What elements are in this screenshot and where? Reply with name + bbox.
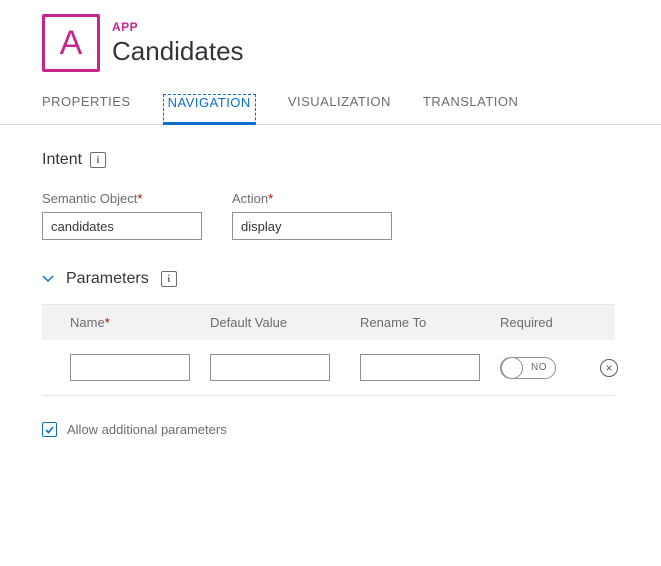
- tab-navigation[interactable]: NAVIGATION: [163, 94, 256, 125]
- allow-additional-label: Allow additional parameters: [67, 422, 227, 437]
- action-label-text: Action: [232, 191, 268, 206]
- page-header: A APP Candidates: [0, 14, 661, 72]
- col-required: Required: [500, 315, 600, 330]
- toggle-label: NO: [531, 362, 547, 373]
- header-overline: APP: [112, 20, 244, 34]
- allow-additional-checkbox[interactable]: [42, 422, 57, 437]
- tab-visualization[interactable]: VISUALIZATION: [288, 94, 391, 124]
- toggle-knob: [501, 357, 523, 379]
- page-title: Candidates: [112, 36, 244, 67]
- tab-properties[interactable]: PROPERTIES: [42, 94, 131, 124]
- col-name: Name*: [70, 315, 210, 330]
- param-default-value-input[interactable]: [210, 354, 330, 381]
- semantic-object-label-text: Semantic Object: [42, 191, 137, 206]
- col-default-value: Default Value: [210, 315, 360, 330]
- parameters-table-header: Name* Default Value Rename To Required: [42, 304, 615, 340]
- info-icon[interactable]: i: [90, 152, 106, 168]
- param-required-toggle[interactable]: NO: [500, 357, 556, 379]
- parameters-title: Parameters: [66, 270, 149, 288]
- required-marker: *: [268, 191, 273, 206]
- table-row: NO ×: [42, 340, 615, 396]
- action-input[interactable]: [232, 212, 392, 240]
- col-rename-to: Rename To: [360, 315, 500, 330]
- parameters-section-header: Parameters i: [42, 270, 661, 288]
- required-marker: *: [137, 191, 142, 206]
- intent-section-header: Intent i: [42, 151, 661, 169]
- allow-additional-row: Allow additional parameters: [42, 422, 661, 437]
- col-name-text: Name: [70, 315, 105, 330]
- semantic-object-label: Semantic Object*: [42, 191, 202, 206]
- action-field-group: Action*: [232, 191, 392, 240]
- chevron-down-icon[interactable]: [42, 272, 54, 286]
- header-text-group: APP Candidates: [112, 20, 244, 67]
- required-marker: *: [105, 315, 110, 330]
- app-icon: A: [42, 14, 100, 72]
- parameters-table: Name* Default Value Rename To Required N…: [42, 304, 615, 396]
- tab-bar: PROPERTIES NAVIGATION VISUALIZATION TRAN…: [0, 72, 661, 125]
- semantic-object-input[interactable]: [42, 212, 202, 240]
- tab-translation[interactable]: TRANSLATION: [423, 94, 519, 124]
- semantic-object-field-group: Semantic Object*: [42, 191, 202, 240]
- remove-row-button[interactable]: ×: [600, 359, 618, 377]
- param-name-input[interactable]: [70, 354, 190, 381]
- intent-title: Intent: [42, 151, 82, 169]
- info-icon[interactable]: i: [161, 271, 177, 287]
- action-label: Action*: [232, 191, 392, 206]
- param-rename-to-input[interactable]: [360, 354, 480, 381]
